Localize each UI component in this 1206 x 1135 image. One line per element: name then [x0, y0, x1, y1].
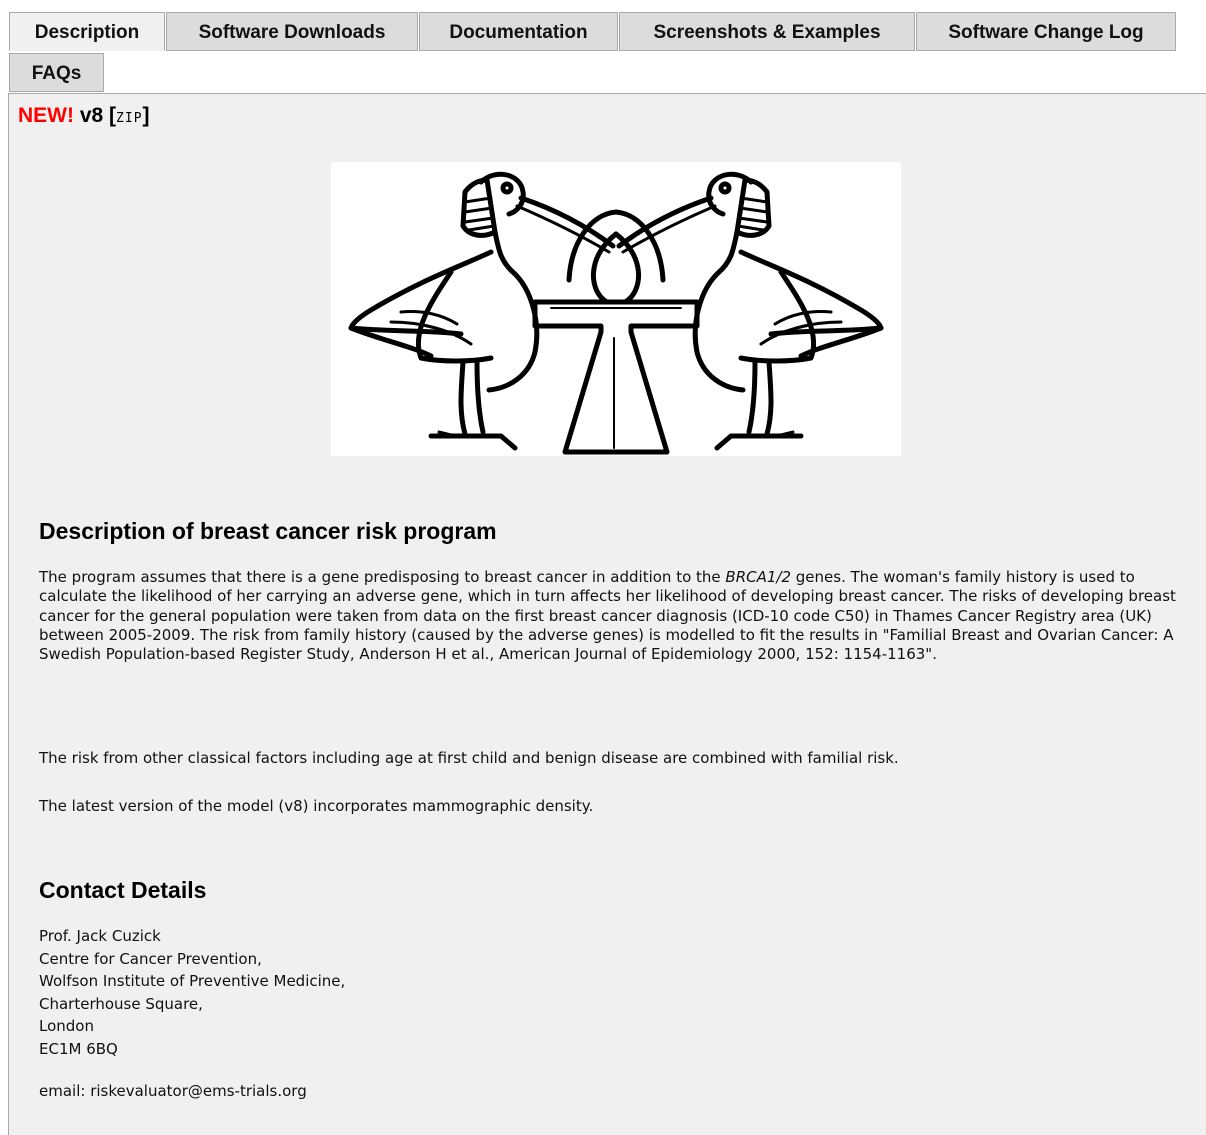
- ibis-ankh-logo: [331, 162, 901, 456]
- contact-address-line: Wolfson Institute of Preventive Medicine…: [39, 972, 346, 991]
- release-line: NEW! v8 [ZIP]: [18, 104, 150, 128]
- email-label: email:: [39, 1082, 86, 1100]
- description-heading: Description of breast cancer risk progra…: [39, 518, 497, 544]
- contact-address: Prof. Jack Cuzick Centre for Cancer Prev…: [39, 925, 1199, 1061]
- contact-email-line: email: riskevaluator@ems-trials.org: [39, 1082, 1199, 1101]
- contact-address-line: London: [39, 1017, 94, 1036]
- contact-postcode: EC1M 6BQ: [39, 1039, 118, 1058]
- tab-faqs[interactable]: FAQs: [9, 53, 104, 92]
- tab-documentation[interactable]: Documentation: [419, 12, 618, 51]
- description-paragraph-3: The latest version of the model (v8) inc…: [39, 797, 1199, 816]
- email-address[interactable]: riskevaluator@ems-trials.org: [90, 1082, 307, 1100]
- contact-heading: Contact Details: [39, 877, 207, 903]
- tab-screenshots-examples[interactable]: Screenshots & Examples: [619, 12, 915, 51]
- description-p3-text: The latest version of the model (v8) inc…: [39, 797, 594, 815]
- zip-bracket-close: ]: [142, 104, 150, 127]
- version-label: v8: [79, 104, 104, 127]
- zip-download-link[interactable]: ZIP: [116, 111, 142, 126]
- contact-address-line: Centre for Cancer Prevention,: [39, 949, 262, 968]
- tab-software-downloads[interactable]: Software Downloads: [166, 12, 418, 51]
- description-paragraph-2: The risk from other classical factors in…: [39, 749, 1199, 768]
- contact-name: Prof. Jack Cuzick: [39, 927, 161, 945]
- description-p2-text: The risk from other classical factors in…: [39, 749, 899, 767]
- tab-description[interactable]: Description: [9, 12, 165, 51]
- description-p1-gene-name: BRCA1/2: [725, 568, 792, 586]
- description-paragraph-1: The program assumes that there is a gene…: [39, 568, 1199, 664]
- ibis-ankh-logo-icon: [348, 171, 884, 455]
- contact-address-line: Charterhouse Square,: [39, 994, 203, 1013]
- new-badge: NEW!: [18, 104, 74, 127]
- zip-bracket-open: [: [109, 104, 117, 127]
- description-panel: NEW! v8 [ZIP] Description of breast canc…: [8, 93, 1206, 1135]
- description-p1-text-a: The program assumes that there is a gene…: [39, 568, 726, 586]
- tab-software-change-log[interactable]: Software Change Log: [916, 12, 1176, 51]
